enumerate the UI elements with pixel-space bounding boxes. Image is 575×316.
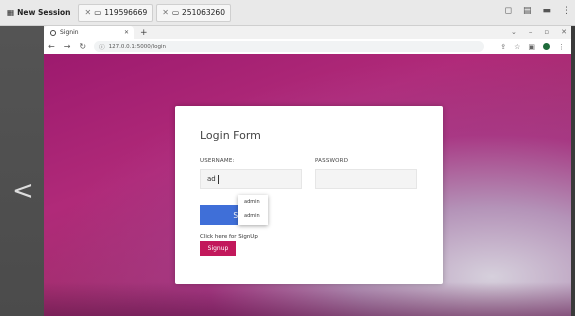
- password-input[interactable]: [315, 169, 417, 189]
- browser-tab[interactable]: Signin ✕: [44, 26, 134, 39]
- forward-icon[interactable]: →: [64, 42, 71, 51]
- username-input[interactable]: ad: [200, 169, 302, 189]
- browser-tab-strip: Signin ✕ + ⌄ – ▫ ✕: [44, 26, 571, 39]
- chevron-down-icon[interactable]: ⌄: [511, 28, 517, 36]
- left-panel: <: [0, 26, 44, 316]
- display-icon[interactable]: ▤: [523, 6, 532, 16]
- reload-icon[interactable]: ↻: [79, 42, 86, 51]
- star-icon[interactable]: ☆: [514, 43, 520, 51]
- text-cursor: [217, 174, 219, 184]
- viewer-tab-2[interactable]: ✕ ▭ 251063260: [156, 3, 231, 22]
- form-title: Login Form: [200, 129, 261, 142]
- share-icon[interactable]: ⇪: [500, 43, 506, 51]
- viewer-controls: ◻ ▤ ▬ ⋮: [504, 6, 571, 16]
- autocomplete-option[interactable]: admin: [238, 195, 268, 209]
- window-close-icon[interactable]: ✕: [561, 28, 567, 36]
- window-maximize-icon[interactable]: ▫: [544, 28, 549, 36]
- more-menu-icon[interactable]: ⋮: [558, 43, 565, 51]
- signup-button[interactable]: Signup: [200, 241, 236, 256]
- new-session-tab[interactable]: ▦ New Session: [2, 4, 75, 22]
- globe-icon: [50, 29, 56, 36]
- info-icon[interactable]: ⓘ: [99, 43, 105, 51]
- monitor-icon: ▭: [94, 8, 102, 17]
- window-minimize-icon[interactable]: –: [529, 28, 533, 36]
- profile-avatar[interactable]: [543, 43, 550, 50]
- minimize-icon[interactable]: ▬: [542, 6, 551, 16]
- viewer-tab-label: 119596669: [104, 8, 148, 17]
- menu-icon[interactable]: ⋮: [562, 6, 571, 16]
- monitor-icon: ▭: [171, 8, 180, 17]
- login-card: Login Form USERNAME: ad PASSWORD Submit …: [175, 106, 443, 284]
- browser-tab-title: Signin: [60, 29, 79, 36]
- new-session-label: New Session: [17, 8, 71, 17]
- signup-prompt: Click here for SignUp: [200, 234, 258, 240]
- fullscreen-icon[interactable]: ◻: [504, 6, 511, 16]
- session-icon: ▦: [7, 8, 15, 17]
- extensions-icon[interactable]: ▣: [528, 43, 535, 51]
- address-bar-row: ← → ↻ ⓘ 127.0.0.1:5000/login ⇪ ☆ ▣ ⋮: [44, 39, 571, 54]
- chevron-left-icon[interactable]: <: [12, 176, 34, 206]
- browser-chrome: Signin ✕ + ⌄ – ▫ ✕ ← → ↻ ⓘ 127.0.0.1:500…: [44, 26, 571, 54]
- autocomplete-option[interactable]: admin: [238, 209, 268, 223]
- tab-close-icon[interactable]: ✕: [124, 29, 129, 36]
- username-label: USERNAME:: [200, 158, 235, 164]
- address-bar[interactable]: ⓘ 127.0.0.1:5000/login: [94, 41, 485, 52]
- close-icon[interactable]: ✕: [162, 8, 169, 17]
- viewer-tab-1[interactable]: ✕ ▭ 119596669: [78, 3, 154, 22]
- url-text: 127.0.0.1:5000/login: [108, 43, 166, 50]
- right-panel: [571, 26, 575, 316]
- close-icon[interactable]: ✕: [84, 8, 91, 17]
- viewer-toolbar: ▦ New Session ✕ ▭ 119596669 ✕ ▭ 25106326…: [0, 0, 575, 26]
- password-label: PASSWORD: [315, 158, 349, 164]
- bottom-shade: [44, 282, 571, 316]
- username-value: ad: [207, 175, 216, 183]
- page-background: Login Form USERNAME: ad PASSWORD Submit …: [44, 54, 571, 316]
- new-tab-icon[interactable]: +: [140, 28, 148, 38]
- address-actions: ⇪ ☆ ▣ ⋮: [500, 43, 565, 51]
- window-controls: ⌄ – ▫ ✕: [511, 28, 567, 36]
- autocomplete-dropdown: admin admin: [238, 195, 268, 225]
- nav-buttons: ← → ↻: [48, 42, 86, 51]
- viewer-tab-label: 251063260: [182, 8, 225, 17]
- back-icon[interactable]: ←: [48, 42, 55, 51]
